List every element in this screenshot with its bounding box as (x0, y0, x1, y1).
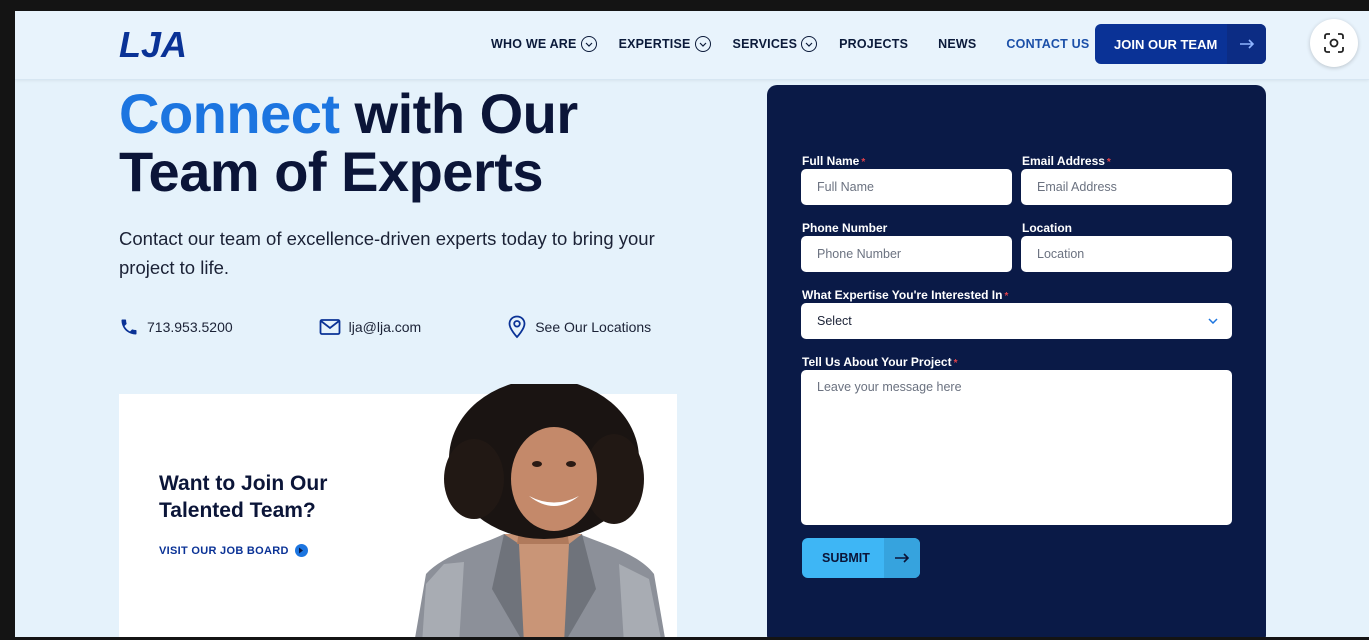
required-mark: * (861, 157, 866, 168)
submit-button[interactable]: SUBMIT (802, 538, 920, 578)
required-mark: * (953, 358, 958, 369)
title-line1-rest: with Our (339, 82, 579, 145)
phone-label-text: Phone Number (802, 221, 888, 235)
phone-label: Phone Number (802, 221, 887, 235)
phone-icon (121, 319, 137, 335)
required-mark: * (1106, 157, 1111, 168)
lens-icon (1324, 33, 1344, 53)
site-logo[interactable]: LJA (119, 24, 193, 67)
submit-label: SUBMIT (822, 551, 870, 565)
location-field[interactable] (1021, 236, 1232, 272)
arrow-right-icon (884, 538, 920, 578)
chevron-down-icon (694, 36, 711, 52)
locations-text: See Our Locations (535, 319, 652, 335)
location-pin-icon (508, 315, 526, 339)
phone-number-text: 713.953.5200 (147, 319, 233, 335)
mail-icon (319, 319, 341, 335)
location-label: Location (1022, 221, 1072, 235)
full-name-field[interactable] (801, 169, 1012, 205)
nav-label: EXPERTISE (618, 37, 691, 51)
join-team-card: Want to Join Our Talented Team? VISIT OU… (119, 384, 677, 637)
nav-label: WHO WE ARE (491, 37, 577, 51)
join-button-label: JOIN OUR TEAM (1114, 36, 1218, 52)
location-label-text: Location (1022, 221, 1072, 235)
card-title: Want to Join Our Talented Team? (159, 472, 328, 522)
chevron-down-icon (801, 36, 818, 52)
employee-portrait-image (415, 384, 665, 637)
svg-text:LJA: LJA (119, 26, 187, 62)
main-nav: WHO WE ARE EXPERTISE SERVICES PROJECTS N… (491, 36, 1111, 52)
page-viewport: LJA WHO WE ARE EXPERTISE SERVICES PROJEC… (15, 11, 1369, 637)
email-link[interactable]: lja@lja.com (319, 318, 422, 336)
contact-info-row: 713.953.5200 lja@lja.com See Our Locatio… (119, 315, 651, 339)
nav-expertise[interactable]: EXPERTISE (619, 36, 711, 52)
join-our-team-button[interactable]: JOIN OUR TEAM (1095, 24, 1266, 64)
required-mark: * (1004, 291, 1009, 302)
chevron-down-icon (580, 36, 597, 52)
nav-services[interactable]: SERVICES (733, 36, 818, 52)
site-header: LJA WHO WE ARE EXPERTISE SERVICES PROJEC… (15, 11, 1369, 80)
contact-form-panel: Full Name* Email Address* Phone Number L… (767, 85, 1266, 637)
expertise-selected-value: Select (817, 314, 852, 328)
job-board-label: VISIT OUR JOB BOARD (159, 544, 289, 557)
title-accent: Connect (119, 82, 340, 145)
chevron-down-icon (1208, 318, 1218, 324)
visual-search-button[interactable] (1310, 19, 1358, 67)
page-title: Connect with Our Team of Experts (119, 85, 578, 201)
email-label: Email Address * (1022, 154, 1111, 168)
phone-link[interactable]: 713.953.5200 (119, 317, 233, 337)
project-label-text: Tell Us About Your Project (802, 355, 952, 369)
email-field[interactable] (1021, 169, 1232, 205)
locations-link[interactable]: See Our Locations (507, 315, 651, 339)
nav-label: SERVICES (732, 37, 798, 51)
expertise-label: What Expertise You're Interested In * (802, 288, 1008, 302)
expertise-select[interactable]: Select (801, 303, 1232, 339)
expertise-label-text: What Expertise You're Interested In (802, 288, 1003, 302)
nav-contact-us[interactable]: CONTACT US (1006, 37, 1089, 51)
job-board-link[interactable]: VISIT OUR JOB BOARD (159, 544, 308, 557)
project-message-field[interactable] (801, 370, 1232, 525)
arrow-right-icon (294, 544, 308, 557)
email-text: lja@lja.com (348, 319, 422, 335)
page-subtitle: Contact our team of excellence-driven ex… (119, 228, 655, 278)
nav-who-we-are[interactable]: WHO WE ARE (491, 36, 597, 52)
project-label: Tell Us About Your Project * (802, 355, 957, 369)
full-name-label-text: Full Name (802, 154, 860, 168)
nav-news[interactable]: NEWS (938, 37, 976, 51)
nav-label: CONTACT US (1006, 37, 1090, 51)
arrow-right-icon (1227, 24, 1266, 64)
phone-field[interactable] (801, 236, 1012, 272)
email-label-text: Email Address (1022, 154, 1105, 168)
title-line2: Team of Experts (119, 140, 544, 203)
nav-label: NEWS (938, 37, 977, 51)
full-name-label: Full Name * (802, 154, 865, 168)
nav-projects[interactable]: PROJECTS (839, 37, 908, 51)
nav-label: PROJECTS (839, 37, 909, 51)
